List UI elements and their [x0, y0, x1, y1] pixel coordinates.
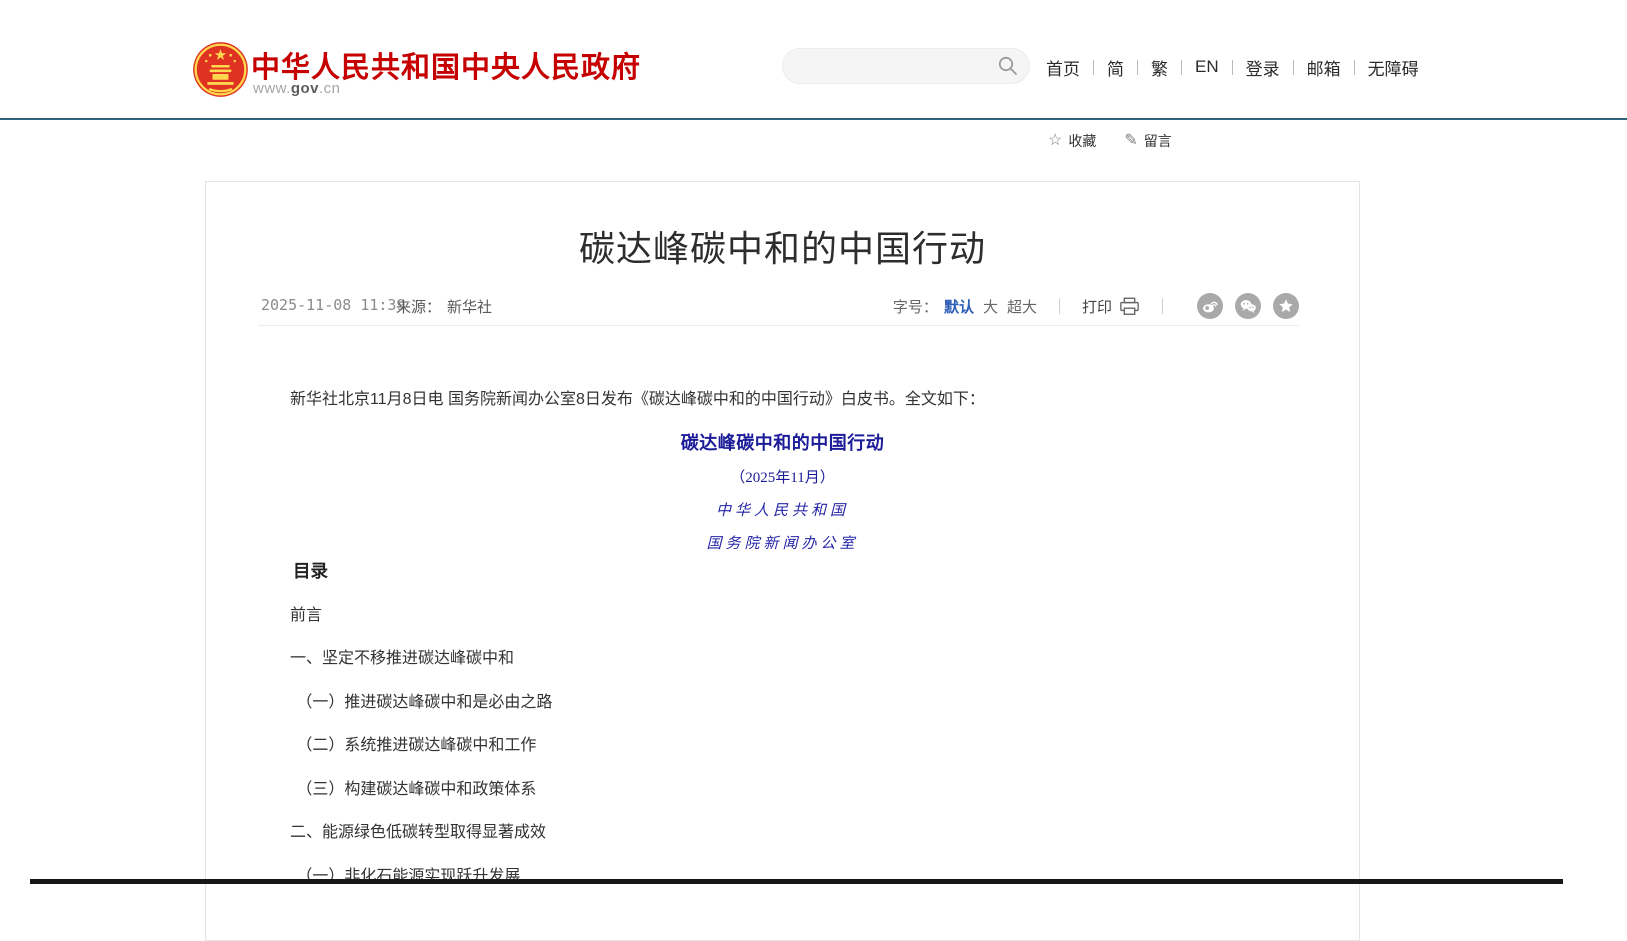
publish-time: 2025-11-08 11:39: [261, 296, 406, 314]
document-heading: 碳达峰碳中和的中国行动 （2025年11月） 中华人民共和国 国务院新闻办公室: [206, 429, 1359, 553]
toc-item-section1-3: （三）构建碳达峰碳中和政策体系: [258, 768, 1303, 812]
font-size-label: 字号：: [893, 296, 938, 317]
printer-icon: [1119, 297, 1140, 316]
document-title: 碳达峰碳中和的中国行动: [206, 429, 1359, 455]
toc-heading: 目录: [258, 550, 1303, 594]
site-url-gov: gov: [291, 80, 319, 97]
search-button[interactable]: [995, 54, 1021, 80]
national-emblem-icon: [192, 41, 249, 98]
toc-item-section1: 一、坚定不移推进碳达峰碳中和: [258, 637, 1303, 681]
article-tools: 字号： 默认 大 超大 打印: [893, 292, 1299, 320]
page: 中华人民共和国中央人民政府 www.gov.cn 首页 简 繁 EN 登录 邮箱: [0, 0, 1627, 915]
bottom-rule: [30, 879, 1563, 884]
star-outline-icon: ☆: [1048, 133, 1062, 149]
site-url-cn: .cn: [319, 80, 341, 97]
page-actions: ☆ 收藏 ✎ 留言: [1048, 131, 1172, 151]
print-button[interactable]: 打印: [1082, 296, 1140, 317]
table-of-contents: 目录 前言 一、坚定不移推进碳达峰碳中和 （一）推进碳达峰碳中和是必由之路 （二…: [258, 550, 1303, 898]
tools-separator: [1162, 298, 1163, 314]
nav-simplified[interactable]: 简: [1105, 55, 1126, 80]
nav-mail[interactable]: 邮箱: [1305, 55, 1343, 80]
star-share-icon[interactable]: [1273, 293, 1299, 319]
source-label: 来源：: [396, 299, 441, 316]
document-issuer-line1: 中华人民共和国: [206, 499, 1359, 520]
site-url-www: www.: [253, 80, 291, 97]
search-input[interactable]: [799, 51, 989, 81]
font-size-default[interactable]: 默认: [944, 296, 974, 317]
weibo-icon: [1200, 296, 1220, 316]
article-meta-row: 2025-11-08 11:39 来源： 新华社 字号： 默认 大 超大 打印: [206, 292, 1359, 320]
font-size-xlarge[interactable]: 超大: [1007, 296, 1037, 317]
nav-separator: [1232, 60, 1233, 75]
toc-item-section2-1: （一）非化石能源实现跃升发展: [258, 855, 1303, 899]
toc-item-section1-1: （一）推进碳达峰碳中和是必由之路: [258, 681, 1303, 725]
source-value: 新华社: [447, 299, 492, 316]
site-header: 中华人民共和国中央人民政府 www.gov.cn 首页 简 繁 EN 登录 邮箱: [0, 0, 1627, 120]
nav-separator: [1093, 60, 1094, 75]
wechat-icon: [1238, 296, 1258, 316]
nav-separator: [1354, 60, 1355, 75]
article-source: 来源： 新华社: [396, 296, 492, 317]
nav-separator: [1137, 60, 1138, 75]
search-icon: [996, 54, 1020, 78]
toc-item-section1-2: （二）系统推进碳达峰碳中和工作: [258, 724, 1303, 768]
favorite-button[interactable]: ☆ 收藏: [1048, 131, 1096, 151]
message-label: 留言: [1144, 131, 1172, 151]
star-icon: [1276, 296, 1296, 316]
favorite-label: 收藏: [1068, 131, 1096, 151]
print-label: 打印: [1082, 296, 1112, 317]
message-button[interactable]: ✎ 留言: [1124, 131, 1171, 151]
article-title: 碳达峰碳中和的中国行动: [206, 220, 1359, 272]
lead-paragraph: 新华社北京11月8日电 国务院新闻办公室8日发布《碳达峰碳中和的中国行动》白皮书…: [258, 386, 1303, 414]
nav-traditional[interactable]: 繁: [1149, 55, 1170, 80]
article-card: 碳达峰碳中和的中国行动 2025-11-08 11:39 来源： 新华社 字号： …: [205, 181, 1360, 941]
top-nav: 首页 简 繁 EN 登录 邮箱 无障碍: [1044, 50, 1421, 84]
wechat-share-icon[interactable]: [1235, 293, 1261, 319]
nav-english[interactable]: EN: [1193, 57, 1221, 77]
search-box: [782, 48, 1030, 84]
nav-home[interactable]: 首页: [1044, 55, 1082, 80]
national-emblem-logo[interactable]: [192, 41, 249, 98]
document-date: （2025年11月）: [206, 466, 1359, 487]
site-url: www.gov.cn: [253, 80, 341, 97]
toc-item-preface: 前言: [258, 594, 1303, 638]
toc-item-section2: 二、能源绿色低碳转型取得显著成效: [258, 811, 1303, 855]
weibo-share-icon[interactable]: [1197, 293, 1223, 319]
tools-separator: [1059, 298, 1060, 314]
nav-separator: [1293, 60, 1294, 75]
nav-login[interactable]: 登录: [1244, 55, 1282, 80]
font-size-large[interactable]: 大: [983, 296, 998, 317]
pencil-icon: ✎: [1124, 133, 1137, 149]
nav-accessibility[interactable]: 无障碍: [1366, 55, 1421, 80]
nav-separator: [1181, 60, 1182, 75]
meta-divider: [258, 325, 1299, 326]
